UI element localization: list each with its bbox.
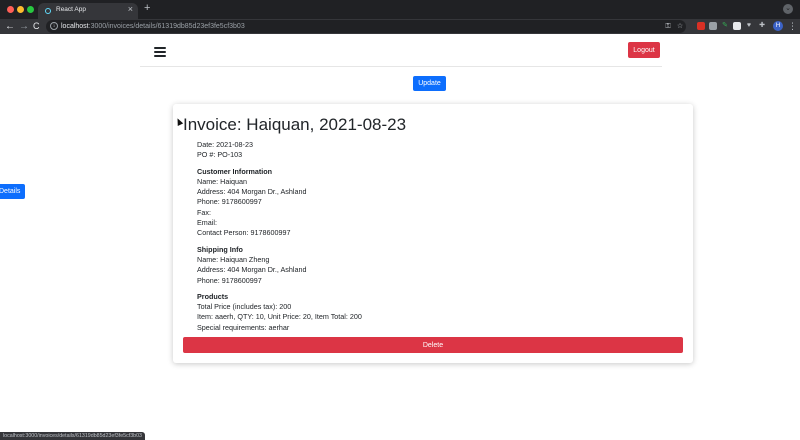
invoice-title: Invoice: Haiquan, 2021-08-23 (183, 115, 407, 134)
shipping-phone: Phone: 9178600997 (197, 275, 262, 285)
new-tab-button[interactable]: + (144, 2, 150, 14)
browser-tab[interactable]: React App × (38, 3, 138, 19)
invoice-po-number: PO #: PO-103 (197, 150, 243, 160)
shipping-address: Address: 404 Morgan Dr., Ashland (197, 265, 307, 275)
logout-button[interactable]: Logout (628, 42, 660, 58)
info-icon[interactable]: i (50, 22, 58, 30)
customer-contact-person: Contact Person: 9178600997 (197, 228, 291, 238)
url-text[interactable]: localhost:3000/invoices/details/61319db8… (61, 21, 245, 32)
extension-red-icon[interactable] (697, 22, 705, 30)
tab-title: React App (56, 6, 86, 13)
update-button[interactable]: Update (413, 76, 446, 91)
chrome-profile-menu-icon[interactable]: ⌄ (783, 4, 793, 14)
window-maximize-button[interactable] (27, 6, 34, 13)
product-item-line: Item: aaerh, QTY: 10, Unit Price: 20, It… (197, 312, 362, 322)
customer-fax: Fax: (197, 207, 211, 217)
status-bar-url: localhost:3000/invoices/details/61319db8… (0, 432, 146, 440)
details-button[interactable]: Details (0, 184, 25, 199)
browser-tab-strip: React App × + ⌄ (0, 0, 800, 19)
shipping-name: Name: Haiquan Zheng (197, 254, 270, 264)
heart-icon[interactable]: ♥ (745, 22, 753, 30)
extension-grey-icon[interactable] (709, 22, 717, 30)
tab-close-icon[interactable]: × (128, 4, 133, 14)
delete-button[interactable]: Delete (183, 337, 683, 353)
invoice-card: Invoice: Haiquan, 2021-08-23 Date: 2021-… (173, 104, 693, 363)
extensions-puzzle-icon[interactable]: ✚ (758, 22, 766, 30)
forward-button[interactable]: → (19, 19, 29, 34)
app-navbar: Logout (140, 34, 662, 67)
bookmark-star-icon[interactable]: ☆ (676, 23, 684, 31)
browser-toolbar: ← → C i localhost:3000/invoices/details/… (0, 19, 800, 34)
window-close-button[interactable] (7, 6, 14, 13)
window-minimize-button[interactable] (17, 6, 24, 13)
customer-phone: Phone: 9178600997 (197, 197, 262, 207)
invoice-date: Date: 2021-08-23 (197, 140, 253, 149)
back-button[interactable]: ← (5, 19, 15, 34)
products-total-price: Total Price (includes tax): 200 (197, 302, 292, 312)
extension-green-icon[interactable]: ✎ (721, 22, 729, 30)
customer-section-heading: Customer Information (197, 166, 273, 176)
page: Logout Update Details Invoice: Haiquan, … (0, 34, 800, 440)
invoice-details: Date: 2021-08-23 PO #: PO-103 Customer I… (197, 140, 677, 333)
address-bar[interactable]: i localhost:3000/invoices/details/61319d… (46, 20, 686, 33)
customer-address: Address: 404 Morgan Dr., Ashland (197, 187, 307, 197)
profile-avatar[interactable]: H (773, 21, 783, 31)
shipping-section-heading: Shipping Info (197, 244, 243, 254)
key-icon[interactable]: ⚿ (664, 23, 672, 31)
chrome-menu-icon[interactable]: ⋮ (788, 19, 797, 34)
customer-name: Name: Haiquan (197, 176, 247, 186)
products-section-heading: Products (197, 291, 229, 301)
special-requirements: Special requirements: aerhar (197, 322, 290, 332)
customer-email: Email: (197, 218, 217, 228)
extension-white-icon[interactable] (733, 22, 741, 30)
hamburger-menu-icon[interactable] (154, 47, 166, 57)
react-favicon-icon (45, 8, 51, 14)
reload-button[interactable]: C (33, 19, 40, 34)
